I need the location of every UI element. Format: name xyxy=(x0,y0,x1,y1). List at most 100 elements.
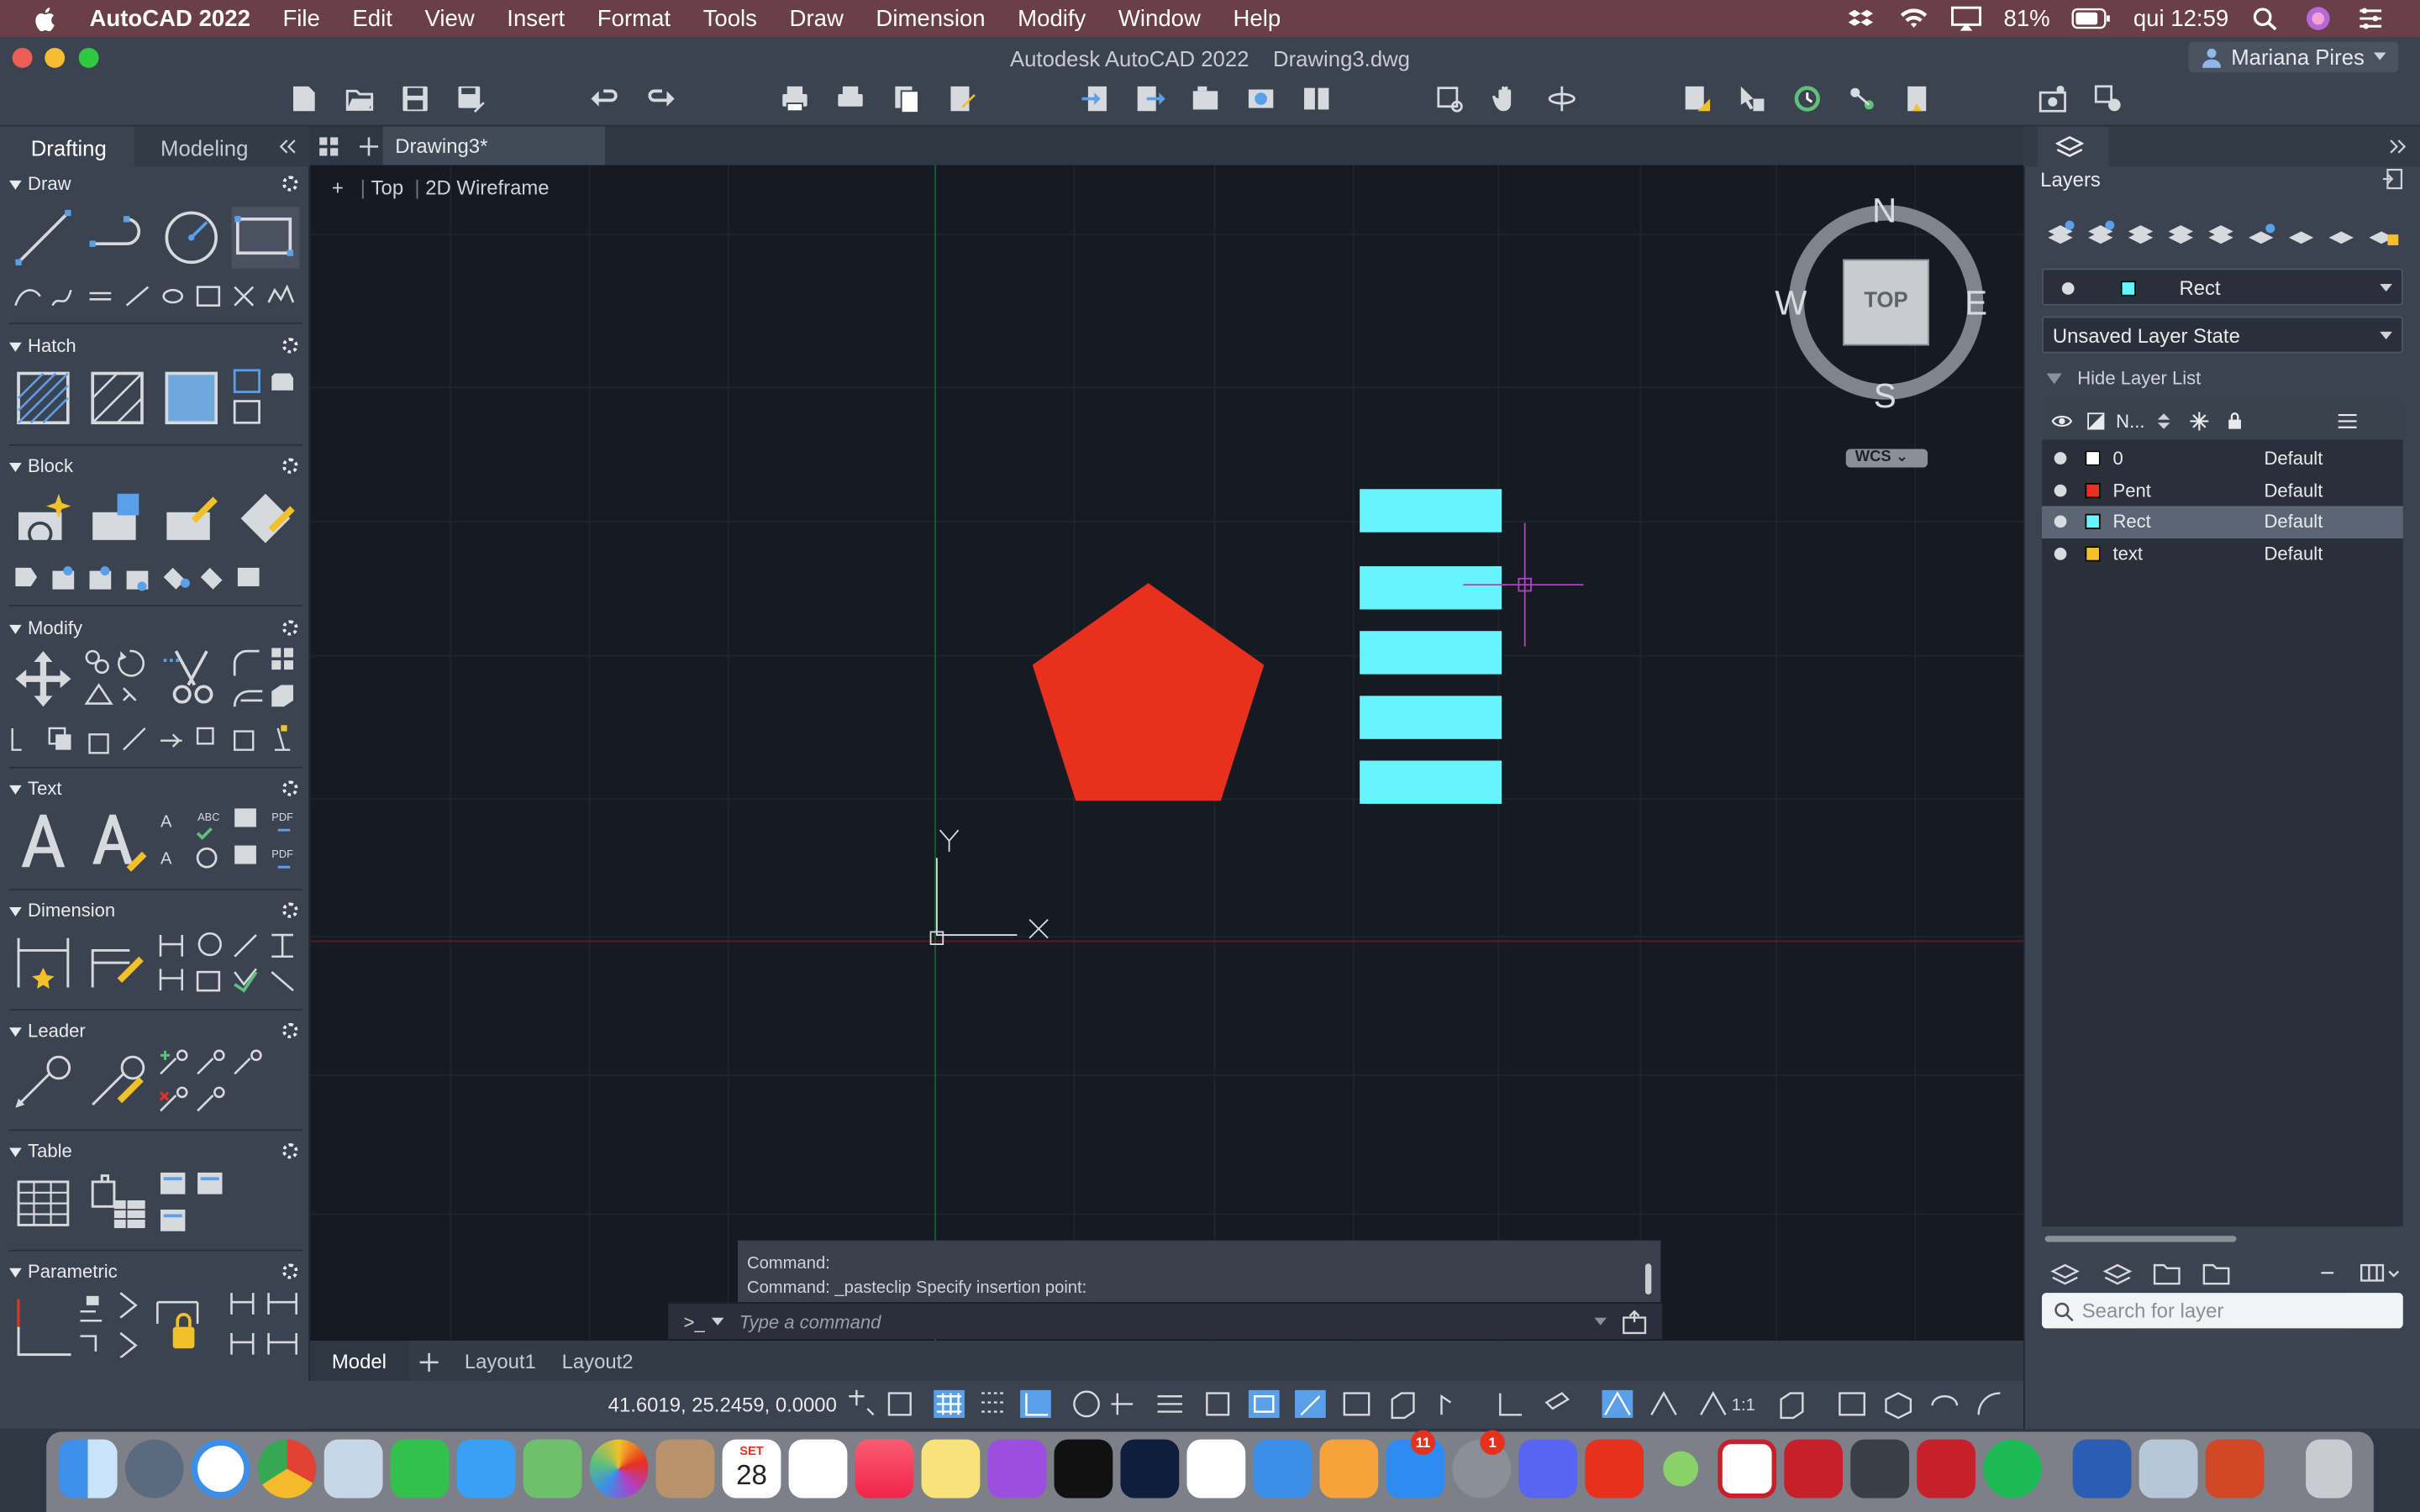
chevron-down-icon[interactable] xyxy=(711,1317,724,1327)
block-settings-gear-icon[interactable] xyxy=(282,458,298,474)
menu-view[interactable]: View xyxy=(425,5,475,31)
workspace-icon[interactable] xyxy=(2037,83,2068,114)
command-customize-icon[interactable] xyxy=(1622,1310,1647,1335)
layer-on-icon[interactable] xyxy=(2054,548,2067,560)
section-parametric[interactable]: Parametric xyxy=(9,1261,118,1282)
rectangle-shape[interactable] xyxy=(1360,566,1502,610)
hatch-settings-gear-icon[interactable] xyxy=(282,338,298,354)
tab-modeling[interactable]: Modeling xyxy=(160,136,248,160)
dock-pages-icon[interactable] xyxy=(1319,1439,1379,1499)
start-grid-icon[interactable] xyxy=(318,136,339,158)
section-dimension[interactable]: Dimension xyxy=(9,900,115,921)
menubar-clock[interactable]: qui 12:59 xyxy=(2133,5,2228,31)
attach-icon[interactable] xyxy=(1190,83,1221,114)
freeze-icon[interactable] xyxy=(2190,412,2209,431)
edit-block-icon[interactable] xyxy=(160,487,222,549)
move-tool-icon[interactable] xyxy=(13,648,74,709)
tab-model[interactable]: Model xyxy=(332,1350,387,1373)
dock-numbers-icon[interactable] xyxy=(1186,1439,1246,1499)
rectangle-shape[interactable] xyxy=(1360,489,1502,533)
trim-scissors-icon[interactable] xyxy=(160,645,222,713)
text-settings-gear-icon[interactable] xyxy=(282,780,298,796)
data-extraction-icon[interactable] xyxy=(87,1173,148,1234)
linear-dimension-icon[interactable] xyxy=(13,932,74,993)
dock-keynote-icon[interactable] xyxy=(1253,1439,1313,1499)
menu-format[interactable]: Format xyxy=(597,5,671,31)
section-block[interactable]: Block xyxy=(9,455,73,477)
tab-layout1[interactable]: Layout1 xyxy=(465,1350,536,1373)
section-leader[interactable]: Leader xyxy=(9,1020,86,1042)
rectangle-shape[interactable] xyxy=(1360,696,1502,739)
add-layout-plus-icon[interactable] xyxy=(418,1352,440,1373)
copy-rotate-tools[interactable] xyxy=(83,645,157,713)
insert-block-icon[interactable] xyxy=(13,487,74,549)
dock-app-store-icon[interactable]: 11 xyxy=(1386,1430,1445,1499)
command-history-scrollbar[interactable] xyxy=(1644,1263,1652,1295)
dock-lime-icon[interactable] xyxy=(1663,1451,1699,1487)
layer-on-icon[interactable] xyxy=(2054,484,2067,497)
battery-icon[interactable] xyxy=(2071,8,2112,29)
page-setup-icon[interactable] xyxy=(946,83,977,114)
parametric-more-tools[interactable] xyxy=(77,1290,302,1358)
table-tool-icon[interactable] xyxy=(13,1173,74,1234)
user-account-button[interactable]: Mariana Pires xyxy=(2187,41,2399,73)
compare-icon[interactable] xyxy=(1301,83,1332,114)
chevron-down-icon[interactable] xyxy=(1594,1317,1607,1327)
menu-edit[interactable]: Edit xyxy=(352,5,392,31)
menu-modify[interactable]: Modify xyxy=(1018,5,1086,31)
dock-chrome-icon[interactable] xyxy=(257,1439,317,1499)
edit-attributes-icon[interactable] xyxy=(234,487,296,549)
block-more-tools-row[interactable] xyxy=(13,562,272,593)
batch-plot-icon[interactable] xyxy=(835,83,866,114)
layer-row-pent[interactable]: Pent Default xyxy=(2042,475,2403,508)
rectangle-shape[interactable] xyxy=(1360,631,1502,675)
dock-photos-icon[interactable] xyxy=(589,1439,649,1499)
section-text[interactable]: Text xyxy=(9,778,61,799)
dock-reminders-icon[interactable] xyxy=(788,1439,848,1499)
layer-on-icon[interactable] xyxy=(2054,515,2067,528)
dock-filezilla-icon[interactable] xyxy=(1917,1439,1976,1499)
dock-safari-icon[interactable] xyxy=(191,1439,250,1499)
column-menu-icon[interactable] xyxy=(2338,413,2357,428)
dimension-more-tools[interactable] xyxy=(157,929,299,997)
rectangle-tool-icon[interactable] xyxy=(231,207,300,269)
current-layer-dropdown[interactable]: Rect xyxy=(2042,268,2403,306)
dock-maps-icon[interactable] xyxy=(523,1439,582,1499)
text-more-tools[interactable]: A ABC PDF A PDF xyxy=(157,806,299,876)
menu-file[interactable]: File xyxy=(282,5,319,31)
create-block-icon[interactable] xyxy=(87,487,148,549)
name-column-header[interactable]: N... xyxy=(2116,411,2144,433)
new-tab-plus-icon[interactable] xyxy=(358,136,380,158)
siri-icon[interactable] xyxy=(2302,6,2333,30)
menu-tools[interactable]: Tools xyxy=(703,5,757,31)
sort-arrows-icon[interactable] xyxy=(2157,413,2170,429)
section-draw[interactable]: Draw xyxy=(9,173,71,194)
dock-podcasts-icon[interactable] xyxy=(987,1439,1047,1499)
quick-dimension-icon[interactable] xyxy=(87,932,148,993)
dock-photoshop-icon[interactable] xyxy=(1120,1439,1180,1499)
compass-north[interactable]: N xyxy=(1872,192,1897,232)
circle-tool-icon[interactable] xyxy=(160,207,222,268)
layer-row-rect[interactable]: Rect Default xyxy=(2042,506,2403,539)
draw-settings-gear-icon[interactable] xyxy=(282,176,298,192)
command-prompt-icon[interactable]: >_ xyxy=(684,1311,705,1333)
compass-west[interactable]: W xyxy=(1775,284,1807,324)
modify-settings-gear-icon[interactable] xyxy=(282,620,298,636)
undock-icon[interactable] xyxy=(2381,168,2403,190)
dock-contacts-icon[interactable] xyxy=(655,1439,715,1499)
menu-insert[interactable]: Insert xyxy=(507,5,565,31)
tab-drafting[interactable]: Drafting xyxy=(31,136,107,160)
table-settings-gear-icon[interactable] xyxy=(282,1143,298,1159)
hatch-tool-icon[interactable] xyxy=(13,367,74,428)
pan-hand-icon[interactable] xyxy=(1491,83,1522,114)
rectangle-shape[interactable] xyxy=(1360,760,1502,804)
dock-word-icon[interactable] xyxy=(2072,1439,2132,1499)
tab-drawing3[interactable]: Drawing3* xyxy=(382,126,606,165)
lock-icon[interactable] xyxy=(2227,411,2242,431)
cursor-coordinates[interactable]: 41.6019, 25.2459, 0.0000 xyxy=(608,1394,837,1417)
line-tool-icon[interactable] xyxy=(13,207,74,268)
multileader-icon[interactable] xyxy=(13,1053,74,1114)
fillet-array-tools[interactable] xyxy=(229,645,299,713)
undo-icon[interactable] xyxy=(590,83,621,114)
dock-trash-icon[interactable] xyxy=(2306,1439,2353,1499)
